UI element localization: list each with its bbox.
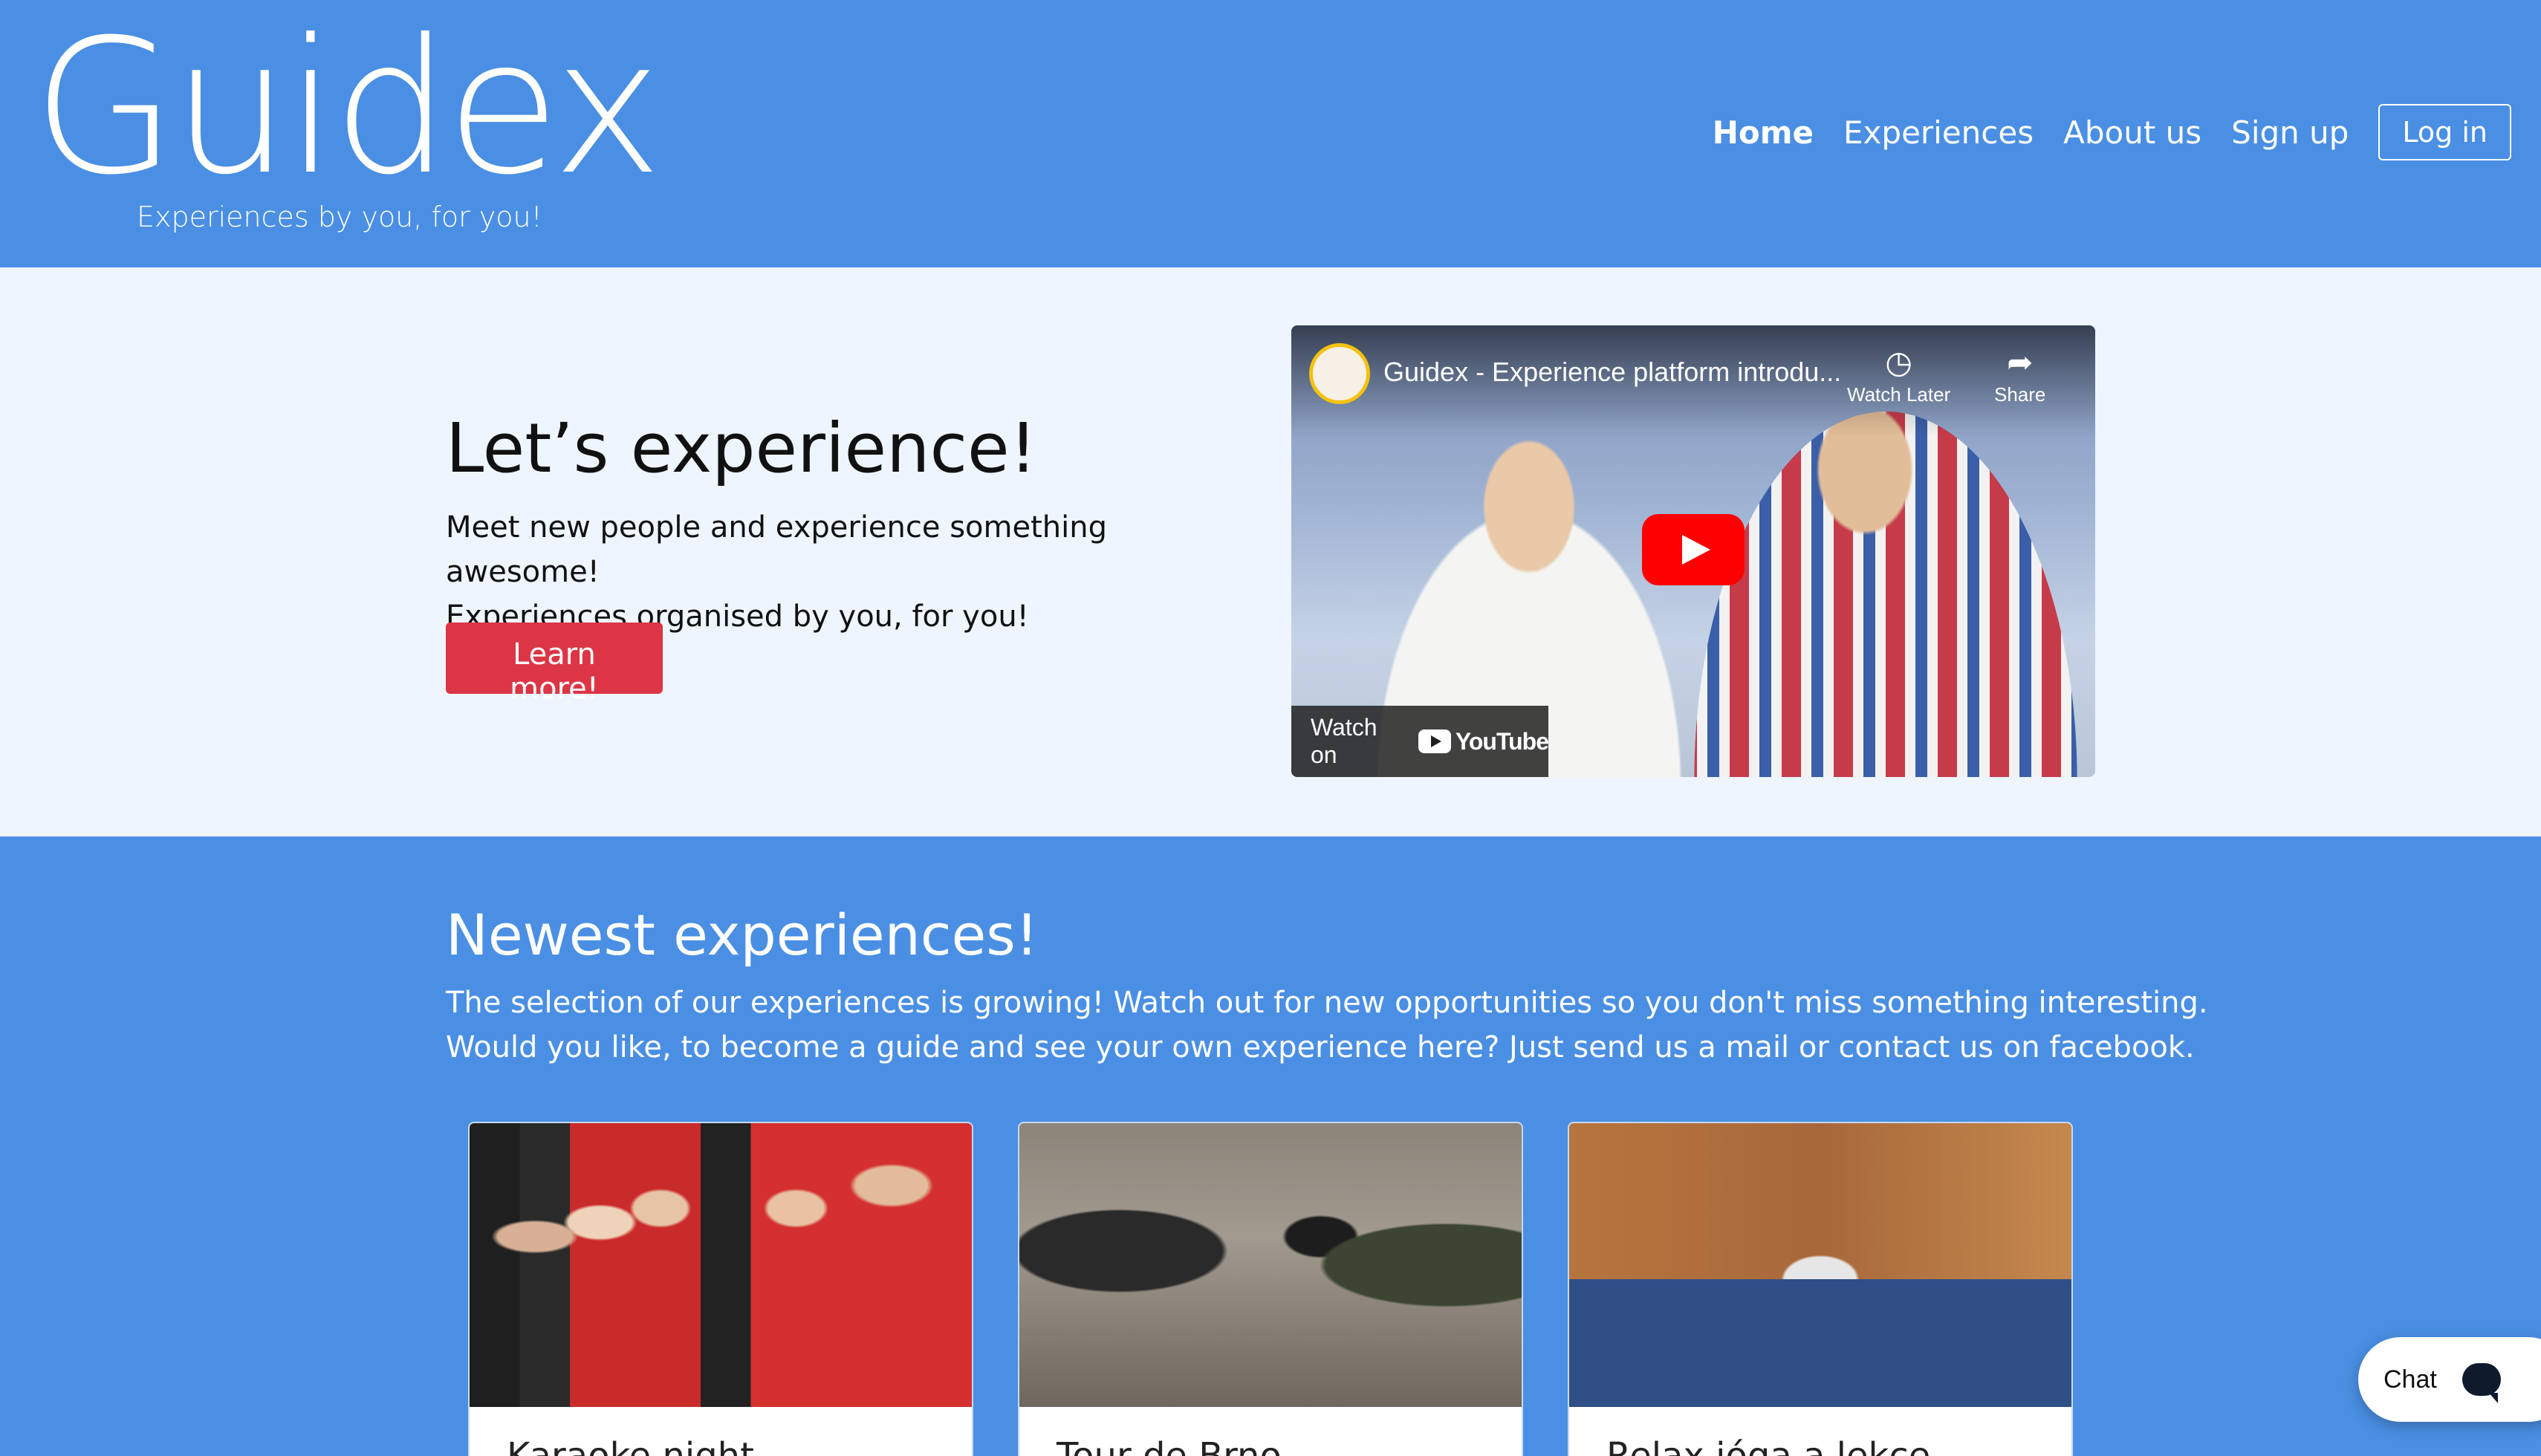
clock-icon: ◷ [1885, 345, 1912, 380]
nav-about-link[interactable]: About us [2063, 114, 2201, 151]
hero-description: Meet new people and experience something… [446, 505, 1263, 639]
watch-on-youtube-button[interactable]: Watch on YouTube [1291, 706, 1549, 777]
share-label: Share [1994, 383, 2046, 406]
share-arrow-icon: ➦ [2007, 345, 2034, 380]
site-header: Guidex Experiences by you, for you! Home… [0, 0, 2541, 267]
site-tagline: Experiences by you, for you! [137, 201, 542, 233]
watch-on-label: Watch on [1311, 714, 1377, 768]
youtube-logo: YouTube [1418, 727, 1549, 755]
watch-later-button[interactable]: ◷ Watch Later [1847, 342, 1950, 406]
video-title[interactable]: Guidex - Experience platform introdu... [1383, 357, 1841, 388]
channel-avatar[interactable] [1309, 343, 1370, 404]
chat-widget-button[interactable]: Chat [2358, 1337, 2541, 1422]
video-thumbnail-person-plaid [1694, 412, 2077, 777]
chat-bubble-icon [2462, 1363, 2501, 1403]
nav-home-link[interactable]: Home [1713, 114, 1814, 151]
experience-card[interactable]: Relax jóga a lekce [1568, 1122, 2073, 1456]
experience-card-image[interactable] [1569, 1123, 2071, 1407]
youtube-play-icon [1418, 729, 1451, 753]
play-icon[interactable] [1642, 514, 1745, 585]
experience-card-title[interactable]: Tour de Brno [1057, 1435, 1282, 1456]
experience-card-title[interactable]: Relax jóga a lekce [1606, 1435, 1930, 1456]
login-button[interactable]: Log in [2378, 104, 2511, 160]
site-logo[interactable]: Guidex [33, 15, 663, 201]
youtube-wordmark: YouTube [1455, 727, 1549, 755]
newest-experiences-section: Newest experiences! The selection of our… [0, 836, 2541, 1456]
watch-later-label: Watch Later [1847, 383, 1951, 406]
experience-card-title[interactable]: Karaoke night [507, 1435, 754, 1456]
share-button[interactable]: ➦ Share [1994, 342, 2045, 406]
hero-title: Let’s experience! [446, 409, 1037, 488]
newest-line-1: The selection of our experiences is grow… [446, 986, 2208, 1020]
nav-signup-link[interactable]: Sign up [2231, 114, 2349, 151]
newest-title: Newest experiences! [446, 902, 1039, 968]
learn-more-button[interactable]: Learn more! [446, 623, 663, 706]
hero-line-1: Meet new people and experience something… [446, 510, 1107, 589]
hero-section: Let’s experience! Meet new people and ex… [0, 267, 2541, 836]
experience-card[interactable]: Karaoke night [468, 1122, 973, 1456]
experience-card-image[interactable] [1019, 1123, 1522, 1407]
experience-card-image[interactable] [470, 1123, 972, 1407]
youtube-video-embed[interactable]: Guidex - Experience platform introdu... … [1291, 325, 2095, 777]
experience-card[interactable]: Tour de Brno [1018, 1122, 1523, 1456]
main-nav: Home Experiences About us Sign up Log in [1713, 104, 2511, 160]
chat-label: Chat [2383, 1365, 2437, 1394]
nav-experiences-link[interactable]: Experiences [1843, 114, 2034, 151]
newest-line-2: Would you like, to become a guide and se… [446, 1030, 2195, 1065]
newest-description: The selection of our experiences is grow… [446, 981, 2229, 1070]
